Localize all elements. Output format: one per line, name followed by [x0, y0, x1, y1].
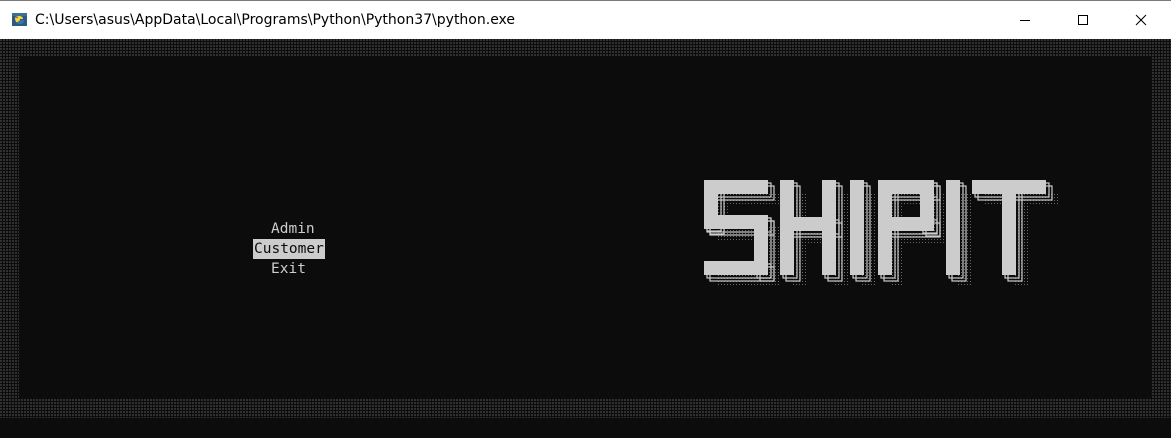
- shipit-logo: [704, 180, 1058, 287]
- title-bar[interactable]: C:\Users\asus\AppData\Local\Programs\Pyt…: [0, 0, 1171, 39]
- maximize-icon: [1078, 15, 1088, 25]
- console-window: C:\Users\asus\AppData\Local\Programs\Pyt…: [0, 0, 1171, 438]
- menu-item-exit[interactable]: Exit: [271, 259, 306, 279]
- minimize-button[interactable]: [996, 1, 1054, 39]
- python-icon: [11, 11, 28, 28]
- menu-item-admin[interactable]: Admin: [271, 219, 315, 239]
- menu-item-customer[interactable]: Customer: [253, 239, 325, 259]
- console-area[interactable]: Admin Customer Exit: [0, 39, 1171, 438]
- window-title: C:\Users\asus\AppData\Local\Programs\Pyt…: [35, 12, 516, 28]
- console-bottom-strip: [0, 418, 1171, 438]
- close-icon: [1135, 14, 1147, 26]
- maximize-button[interactable]: [1054, 1, 1112, 39]
- minimize-icon: [1020, 20, 1030, 21]
- close-button[interactable]: [1112, 1, 1170, 39]
